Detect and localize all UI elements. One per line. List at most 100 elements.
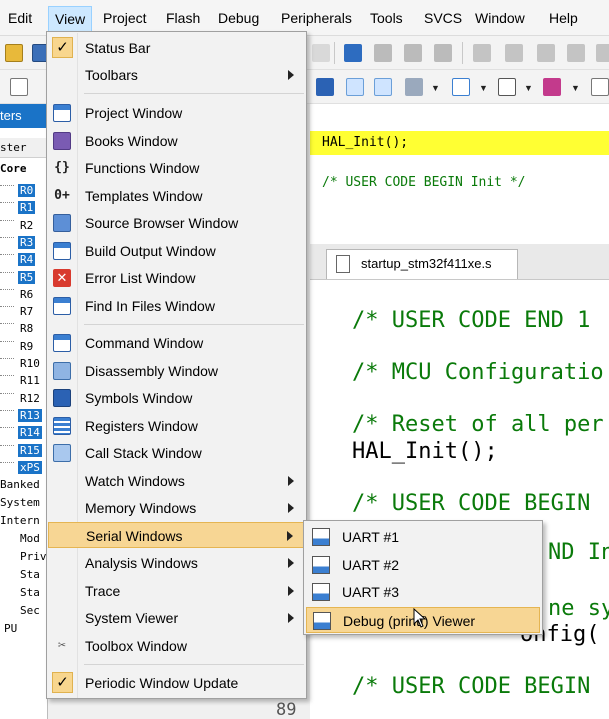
tree-item-priv[interactable]: Priv xyxy=(20,550,47,563)
register-row[interactable]: R8 xyxy=(0,320,47,338)
menu-item-serial-windows[interactable]: Serial Windows xyxy=(48,522,304,548)
callstack-toggle-icon[interactable] xyxy=(374,78,392,96)
braces-icon: {} xyxy=(54,160,70,175)
menu-item-disassembly-window[interactable]: Disassembly Window xyxy=(48,358,304,384)
register-row[interactable]: R6 xyxy=(0,286,47,304)
menu-item-build-output-window[interactable]: Build Output Window xyxy=(48,238,304,264)
menu-item-toolbox-window[interactable]: ✂ Toolbox Window xyxy=(48,633,304,659)
memory-dropdown-icon[interactable]: ▼ xyxy=(479,83,488,93)
menu-svcs[interactable]: SVCS xyxy=(424,10,462,26)
register-row[interactable]: R15 xyxy=(0,442,47,460)
nav-forward-icon[interactable] xyxy=(312,44,330,62)
check-icon: ✓ xyxy=(52,37,73,58)
find-icon[interactable] xyxy=(596,44,609,62)
tree-item-fpu[interactable]: PU xyxy=(4,622,17,635)
menu-peripherals[interactable]: Peripherals xyxy=(281,10,352,26)
menu-item-trace[interactable]: Trace xyxy=(48,578,304,604)
menu-item-templates-window[interactable]: 0+ Templates Window xyxy=(48,183,304,209)
tree-item-mode[interactable]: Mod xyxy=(20,532,40,545)
menu-flash[interactable]: Flash xyxy=(166,10,200,26)
menu-item-watch-windows[interactable]: Watch Windows xyxy=(48,468,304,494)
bookmark-prev-icon[interactable] xyxy=(374,44,392,62)
register-row[interactable]: xPS xyxy=(0,459,47,477)
submenu-arrow-icon xyxy=(287,531,293,541)
register-row[interactable]: R5 xyxy=(0,269,47,287)
menu-project[interactable]: Project xyxy=(103,10,147,26)
menu-item-memory-windows[interactable]: Memory Windows xyxy=(48,495,304,521)
menu-edit[interactable]: Edit xyxy=(8,10,32,26)
menu-window[interactable]: Window xyxy=(475,10,525,26)
bookmark-clear-icon[interactable] xyxy=(434,44,452,62)
tree-item-states[interactable]: Sta xyxy=(20,586,40,599)
watch-dropdown-icon[interactable]: ▼ xyxy=(431,83,440,93)
menu-tools[interactable]: Tools xyxy=(370,10,403,26)
register-row[interactable]: R14 xyxy=(0,424,47,442)
core-group-label[interactable]: Core xyxy=(0,160,47,178)
register-row[interactable]: R9 xyxy=(0,338,47,356)
menu-item-books-window[interactable]: Books Window xyxy=(48,128,304,154)
serial-icon[interactable] xyxy=(498,78,516,96)
menu-view[interactable]: View xyxy=(48,6,93,32)
menu-item-registers-window[interactable]: Registers Window xyxy=(48,413,304,439)
register-row[interactable]: R12 xyxy=(0,390,47,408)
menu-help[interactable]: Help xyxy=(549,10,578,26)
menu-item-symbols-window[interactable]: Symbols Window xyxy=(48,385,304,411)
register-row[interactable]: R13 xyxy=(0,407,47,425)
books-icon xyxy=(53,132,71,150)
register-row[interactable]: R1 xyxy=(0,199,47,217)
editor-upper-pane xyxy=(310,104,609,244)
menu-debug[interactable]: Debug xyxy=(218,10,259,26)
file-icon xyxy=(336,255,350,273)
register-name: R8 xyxy=(20,322,34,336)
open-folder-icon[interactable] xyxy=(5,44,23,62)
tree-connector xyxy=(0,271,14,273)
menu-item-find-in-files-window[interactable]: Find In Files Window xyxy=(48,293,304,319)
menu-item-toolbars[interactable]: Toolbars xyxy=(48,62,304,88)
register-row[interactable]: R7 xyxy=(0,303,47,321)
menu-item-functions-window[interactable]: {} Functions Window xyxy=(48,155,304,181)
register-row[interactable]: R3 xyxy=(0,234,47,252)
outdent-icon[interactable] xyxy=(505,44,523,62)
submenu-item-uart1[interactable]: UART #1 xyxy=(306,524,540,550)
menu-item-project-window[interactable]: Project Window xyxy=(48,100,304,126)
analysis-icon[interactable] xyxy=(543,78,561,96)
serial-dropdown-icon[interactable]: ▼ xyxy=(524,83,533,93)
register-row[interactable]: R10 xyxy=(0,355,47,373)
tree-item-stack[interactable]: Sta xyxy=(20,568,40,581)
comment-icon[interactable] xyxy=(537,44,555,62)
registers-toggle-icon[interactable] xyxy=(346,78,364,96)
debug-window-icon[interactable] xyxy=(316,78,334,96)
menu-item-analysis-windows[interactable]: Analysis Windows xyxy=(48,550,304,576)
register-row[interactable]: R2 xyxy=(0,217,47,235)
bookmark-flag-icon[interactable] xyxy=(344,44,362,62)
uncomment-icon[interactable] xyxy=(567,44,585,62)
register-row[interactable]: R0 xyxy=(0,182,47,200)
submenu-item-uart2[interactable]: UART #2 xyxy=(306,552,540,578)
register-name: R6 xyxy=(20,287,34,301)
menu-item-error-list-window[interactable]: ✕ Error List Window xyxy=(48,265,304,291)
menu-item-system-viewer[interactable]: System Viewer xyxy=(48,605,304,631)
register-row[interactable]: R11 xyxy=(0,372,47,390)
tree-item-internal[interactable]: Intern xyxy=(0,514,40,527)
watch-icon[interactable] xyxy=(405,78,423,96)
tree-item-sec[interactable]: Sec xyxy=(20,604,40,617)
menu-item-status-bar[interactable]: ✓ Status Bar xyxy=(48,35,304,61)
tree-item-system[interactable]: System xyxy=(0,496,40,509)
menu-item-periodic-window-update[interactable]: ✓ Periodic Window Update xyxy=(48,670,304,696)
submenu-item-uart3[interactable]: UART #3 xyxy=(306,579,540,605)
indent-icon[interactable] xyxy=(473,44,491,62)
register-name: R9 xyxy=(20,339,34,353)
menu-item-call-stack-window[interactable]: Call Stack Window xyxy=(48,440,304,466)
analysis-dropdown-icon[interactable]: ▼ xyxy=(571,83,580,93)
register-row[interactable]: R4 xyxy=(0,251,47,269)
tab-startup-file[interactable]: startup_stm32f411xe.s xyxy=(326,249,518,279)
tree-item-banked[interactable]: Banked xyxy=(0,478,40,491)
bookmark-next-icon[interactable] xyxy=(404,44,422,62)
menu-item-source-browser-window[interactable]: Source Browser Window xyxy=(48,210,304,236)
trace-icon[interactable] xyxy=(591,78,609,96)
code-line: /* Reset of all per xyxy=(352,412,604,437)
memory-icon[interactable] xyxy=(452,78,470,96)
build-icon[interactable] xyxy=(10,78,28,96)
submenu-arrow-icon xyxy=(288,613,294,623)
menu-item-command-window[interactable]: Command Window xyxy=(48,330,304,356)
